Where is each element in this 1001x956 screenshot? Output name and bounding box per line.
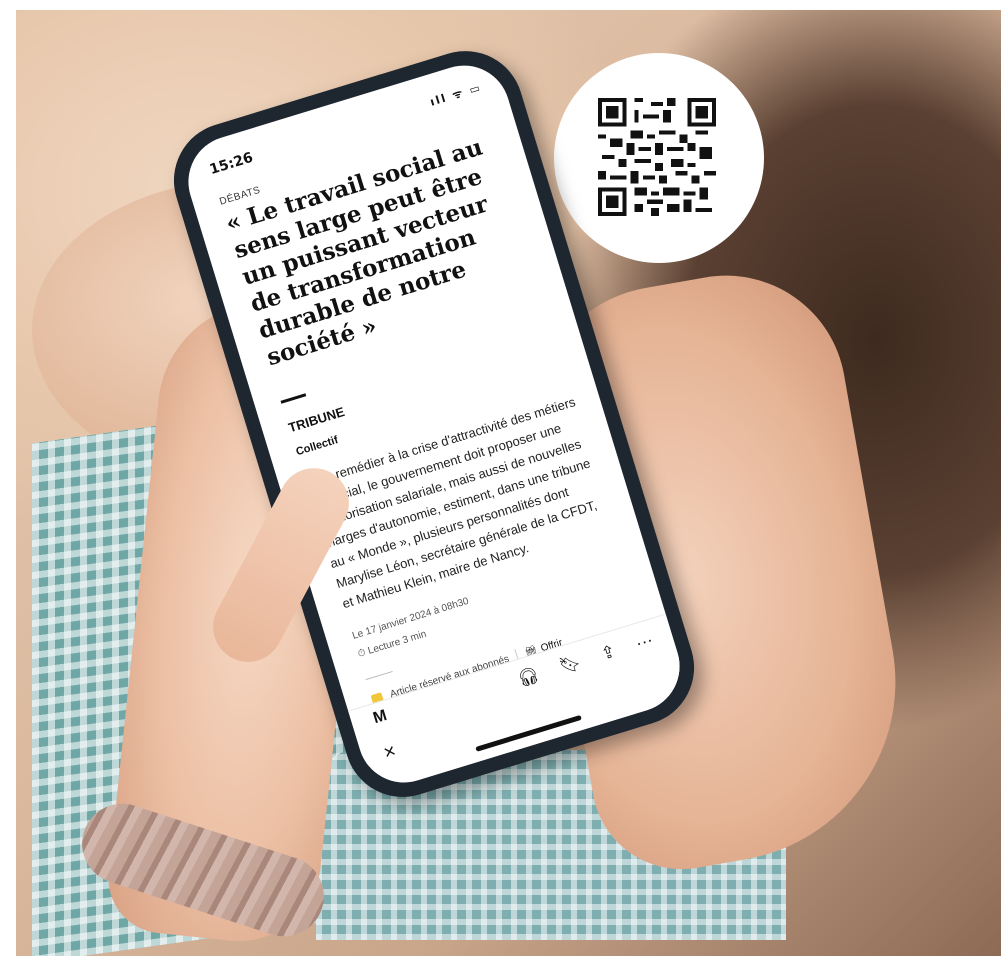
share-icon[interactable]: ⇪ bbox=[599, 641, 618, 664]
status-icons: ıll ᯤ ▭ bbox=[428, 80, 484, 109]
more-button[interactable]: ··· bbox=[633, 630, 655, 654]
article-summary: Pour remédier à la crise d'attractivité … bbox=[303, 394, 599, 612]
status-time: 15:26 bbox=[207, 149, 256, 179]
headline-rule bbox=[280, 393, 307, 404]
divider bbox=[365, 670, 393, 681]
close-button[interactable]: × bbox=[381, 740, 399, 765]
bookmark-icon[interactable]: 🔖︎ bbox=[557, 652, 583, 677]
article-headline: « Le travail social au sens large peut ê… bbox=[222, 133, 492, 372]
qr-code[interactable] bbox=[598, 98, 716, 216]
le-monde-logo[interactable]: M bbox=[371, 707, 389, 728]
qr-code-icon bbox=[598, 98, 716, 216]
headphones-icon[interactable]: 🎧︎ bbox=[515, 665, 541, 690]
